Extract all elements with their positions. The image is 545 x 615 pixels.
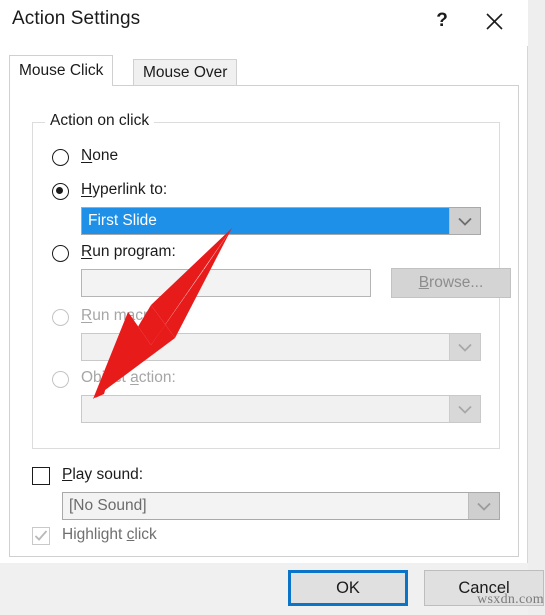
browse-button[interactable]: Browse... bbox=[391, 268, 511, 298]
tab-mouse-over[interactable]: Mouse Over bbox=[133, 59, 238, 85]
chevron-down-icon bbox=[458, 405, 472, 414]
hyperlink-target-value: First Slide bbox=[82, 212, 157, 230]
radio-hyperlink-to[interactable] bbox=[52, 183, 69, 200]
highlight-click-checkbox bbox=[32, 527, 50, 545]
radio-hyperlink-to-label: Hyperlink to: bbox=[81, 181, 167, 199]
run-program-input[interactable] bbox=[81, 269, 371, 297]
radio-run-program-label-rest: un program: bbox=[92, 243, 176, 260]
radio-object-action-label-rest: ction: bbox=[138, 369, 176, 386]
play-sound-combo[interactable]: [No Sound] bbox=[62, 492, 500, 520]
run-macro-value bbox=[82, 334, 449, 360]
radio-none-label: None bbox=[81, 147, 118, 165]
chevron-down-icon bbox=[477, 502, 491, 511]
radio-row-hyperlink-to[interactable]: Hyperlink to: bbox=[33, 179, 499, 205]
play-sound-dropdown-button[interactable] bbox=[468, 493, 499, 519]
radio-object-action-label: Object action: bbox=[81, 369, 176, 387]
object-action-dropdown-button bbox=[449, 396, 480, 422]
group-action-on-click: Action on click None Hyperlink to: First… bbox=[32, 112, 511, 449]
close-button[interactable] bbox=[474, 4, 514, 38]
radio-run-program-label: Run program: bbox=[81, 243, 176, 261]
object-action-value bbox=[82, 396, 449, 422]
ok-button-label: OK bbox=[336, 578, 360, 597]
action-settings-dialog: Action Settings ? Mouse Click Mouse Over bbox=[0, 0, 544, 615]
chevron-down-icon bbox=[458, 217, 472, 226]
radio-object-action-label-pre: Object bbox=[81, 369, 131, 386]
hyperlink-target-value-wrap: First Slide bbox=[82, 208, 449, 234]
radio-run-program[interactable] bbox=[52, 245, 69, 262]
radio-run-macro-label-rest: un macro: bbox=[92, 307, 162, 324]
tab-panel-mouse-click: Action on click None Hyperlink to: First… bbox=[9, 85, 519, 557]
radio-selected-dot bbox=[56, 187, 63, 194]
accel-n: N bbox=[81, 147, 93, 164]
ok-button[interactable]: OK bbox=[288, 570, 408, 606]
question-mark-icon: ? bbox=[436, 10, 448, 31]
tab-mouse-over-label: Mouse Over bbox=[143, 64, 228, 81]
play-sound-label: Play sound: bbox=[62, 466, 143, 484]
run-macro-combo bbox=[81, 333, 481, 361]
title-bar: Action Settings ? bbox=[0, 0, 528, 46]
radio-run-macro-label: Run macro: bbox=[81, 307, 161, 325]
radio-row-none[interactable]: None bbox=[33, 145, 499, 171]
object-action-combo bbox=[81, 395, 481, 423]
accel-p: P bbox=[62, 466, 73, 483]
radio-object-action bbox=[52, 371, 69, 388]
accel-h: H bbox=[81, 181, 93, 198]
highlight-click-label-rest: lick bbox=[134, 526, 157, 543]
checkmark-icon bbox=[34, 530, 48, 541]
radio-hyperlink-to-label-rest: yperlink to: bbox=[92, 181, 168, 198]
accel-r-program: R bbox=[81, 243, 93, 260]
help-button[interactable]: ? bbox=[422, 4, 462, 38]
highlight-click-label-pre: Highlight bbox=[62, 526, 127, 543]
highlight-click-label: Highlight click bbox=[62, 526, 157, 544]
play-sound-combo-value: [No Sound] bbox=[69, 497, 147, 514]
radio-row-run-macro: Run macro: bbox=[33, 305, 499, 331]
tab-mouse-click-label: Mouse Click bbox=[19, 62, 104, 79]
radio-none-label-rest: one bbox=[92, 147, 119, 164]
hyperlink-target-dropdown-button[interactable] bbox=[449, 208, 480, 234]
dialog-footer: OK Cancel bbox=[0, 563, 544, 615]
tab-mouse-click[interactable]: Mouse Click bbox=[9, 55, 114, 86]
radio-row-object-action: Object action: bbox=[33, 367, 499, 393]
radio-run-macro bbox=[52, 309, 69, 326]
play-sound-label-rest: lay sound: bbox=[72, 466, 144, 483]
site-watermark: wsxdn.com bbox=[477, 592, 544, 607]
chevron-down-icon bbox=[458, 343, 472, 352]
accel-b: B bbox=[418, 274, 430, 291]
accel-r-macro: R bbox=[81, 307, 93, 324]
page-title: Action Settings bbox=[12, 8, 141, 29]
accel-a: a bbox=[130, 369, 139, 386]
browse-button-label: Browse... bbox=[419, 274, 484, 292]
tab-strip: Mouse Click Mouse Over bbox=[9, 55, 519, 86]
close-icon bbox=[485, 12, 504, 31]
play-sound-checkbox[interactable] bbox=[32, 467, 50, 485]
run-macro-dropdown-button bbox=[449, 334, 480, 360]
group-legend: Action on click bbox=[45, 112, 155, 130]
browse-button-label-rest: rowse... bbox=[429, 274, 484, 291]
screen-root: Action Settings ? Mouse Click Mouse Over bbox=[0, 0, 545, 615]
radio-row-run-program[interactable]: Run program: bbox=[33, 241, 499, 267]
hyperlink-target-combo[interactable]: First Slide bbox=[81, 207, 481, 235]
radio-none[interactable] bbox=[52, 149, 69, 166]
